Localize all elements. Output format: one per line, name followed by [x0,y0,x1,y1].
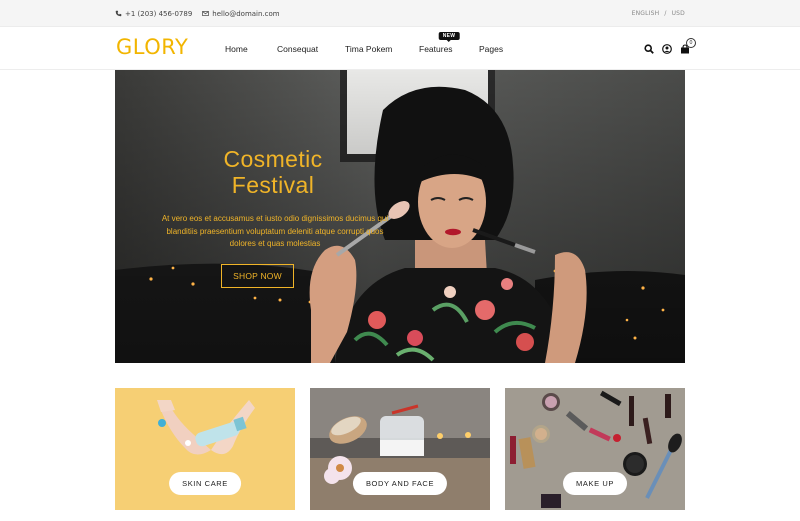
category-label: SKIN CARE [169,472,241,495]
hero-title-line-2: Festival [231,172,315,198]
language-selector[interactable]: ENGLISH [632,10,660,17]
site-header: GLORY Home Consequat Tima Pokem NEW Feat… [0,27,800,70]
nav-item-pages[interactable]: Pages [479,44,503,54]
header-actions: 0 [644,27,696,70]
main-nav: Home Consequat Tima Pokem NEW Features P… [225,27,503,70]
currency-selector[interactable]: USD [672,10,685,17]
category-card-make-up[interactable]: MAKE UP [505,388,685,510]
hero-subtitle: At vero eos et accusamus et iusto odio d… [161,214,389,248]
locale-separator: / [664,10,667,17]
contact-info: +1 (203) 456-0789 hello@domain.com [115,0,280,27]
phone-link[interactable]: +1 (203) 456-0789 [115,10,192,18]
phone-number: +1 (203) 456-0789 [125,9,193,18]
email-link[interactable]: hello@domain.com [202,9,280,18]
top-bar: +1 (203) 456-0789 hello@domain.com ENGLI… [0,0,800,27]
hero-title-line-1: Cosmetic [223,146,323,172]
nav-item-features[interactable]: NEW Features [419,31,479,54]
email-address: hello@domain.com [212,9,280,18]
hero-title: Cosmetic Festival [187,146,359,198]
phone-icon [115,10,122,17]
site-logo[interactable]: GLORY [116,35,188,59]
cart-count-badge: 0 [686,37,696,48]
nav-item-features-label: Features [419,43,453,54]
envelope-icon [202,11,210,16]
category-label: BODY AND FACE [352,472,448,495]
locale-selector: ENGLISH / USD [632,0,685,27]
cart-icon[interactable]: 0 [680,37,696,54]
shop-now-button[interactable]: SHOP NOW [221,264,294,288]
nav-item-tima-pokem[interactable]: Tima Pokem [345,44,419,54]
nav-item-consequat[interactable]: Consequat [277,44,345,54]
search-icon[interactable] [644,43,654,54]
category-label: MAKE UP [563,472,627,495]
user-icon[interactable] [662,43,672,54]
hero-banner: Cosmetic Festival At vero eos et accusam… [115,70,685,363]
category-card-skin-care[interactable]: SKIN CARE [115,388,295,510]
new-badge: NEW [438,31,460,40]
nav-item-home[interactable]: Home [225,44,277,54]
category-card-body-and-face[interactable]: BODY AND FACE [310,388,490,510]
